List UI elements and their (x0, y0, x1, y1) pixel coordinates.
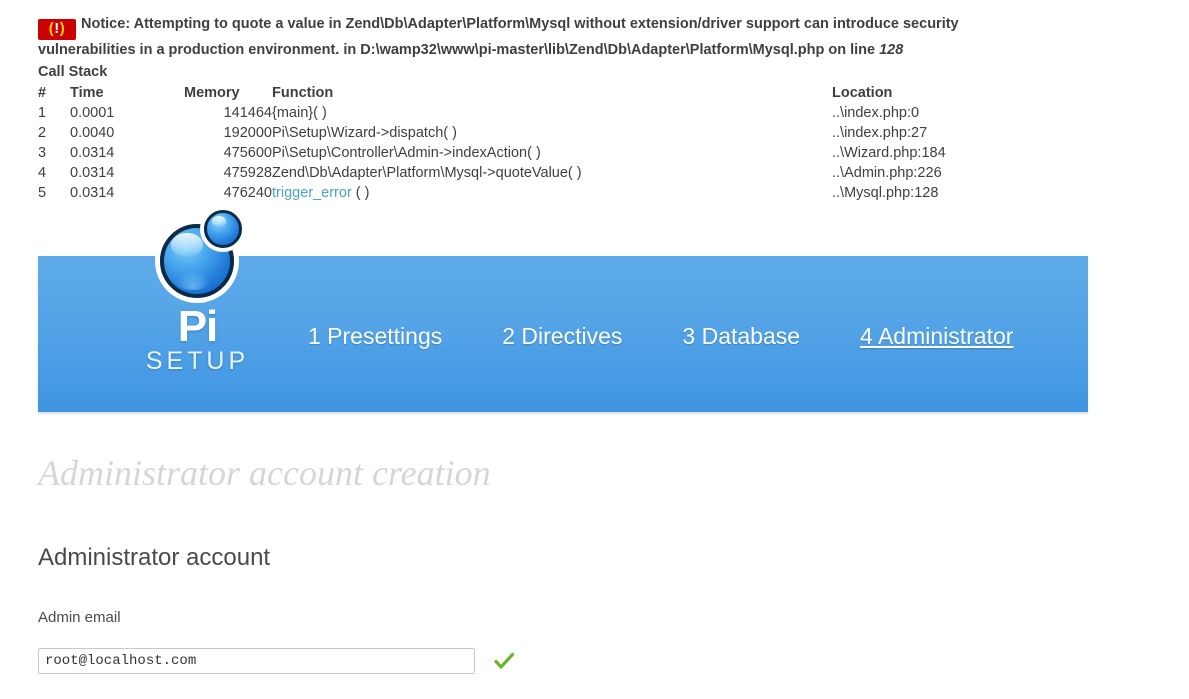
nav-item-2-directives[interactable]: 2 Directives (502, 323, 622, 350)
table-row: 4 0.0314 475928 Zend\Db\Adapter\Platform\My… (38, 163, 1032, 183)
section-heading: Administrator account (38, 544, 271, 571)
cell-location: ..\Admin.php:226 (832, 165, 942, 181)
cell-function: trigger_error ( ) (272, 183, 832, 203)
cell-function: Pi\Setup\Controller\Admin->indexAction( … (272, 145, 541, 161)
cell-location: ..\Wizard.php:184 (832, 145, 946, 161)
main-nav: 1 Presettings 2 Directives 3 Database 4 Adm… (308, 316, 1013, 356)
nav-item-3-database[interactable]: 3 Database (682, 323, 800, 350)
page-title: Administrator account creation (38, 453, 491, 493)
cell-num: 5 (38, 185, 47, 201)
cell-memory: 141464 (223, 105, 272, 121)
brand-name: Pi (177, 302, 219, 351)
cell-function: Zend\Db\Adapter\Platform\Mysql->quoteVal… (272, 165, 582, 181)
brand-subtitle: SETUP (145, 347, 250, 375)
cell-memory: 192000 (223, 125, 272, 141)
cell-time: 0.0314 (70, 185, 115, 201)
pi-spheres-logo-icon (148, 210, 248, 302)
xdebug-error-icon: (!) (38, 19, 76, 40)
cell-time: 0.0040 (70, 125, 115, 141)
call-stack-title: Call Stack (38, 64, 108, 80)
logo-sphere-small-icon (203, 210, 242, 248)
function-link[interactable]: trigger_error (272, 185, 352, 201)
col-header-memory: Memory (184, 85, 240, 101)
cell-num: 2 (38, 125, 47, 141)
nav-item-4-administrator[interactable]: 4 Administrator (860, 323, 1013, 350)
table-row: 5 0.0314 476240 trigger_error ( ) ..\Mysql.p… (38, 183, 1032, 203)
green-check-icon (493, 650, 515, 672)
cell-function: {main}( ) (272, 105, 327, 121)
call-stack-body: 1 0.0001 141464 {main}( ) ..\index.php:0 2 0.0… (38, 103, 1032, 203)
cell-location: ..\Mysql.php:128 (832, 185, 939, 201)
admin-email-field-row (38, 648, 515, 674)
cell-memory: 476240 (223, 185, 272, 201)
notice-line-1: (!) Notice: Attempting to quote a value i… (38, 14, 1083, 40)
cell-time: 0.0001 (70, 105, 115, 121)
admin-email-input[interactable] (38, 648, 475, 674)
site-header-bar: Pi SETUP 1 Presettings 2 Directives 3 Data… (38, 210, 1088, 412)
xdebug-notice-block: (!) Notice: Attempting to quote a value i… (38, 14, 1083, 61)
notice-line-number: 128 (879, 42, 904, 58)
call-stack-table: # Time Memory Function Location 1 0.0001 1… (38, 83, 1032, 203)
notice-line-2: vulnerabilities in a production environm… (38, 40, 1083, 61)
table-row: 1 0.0001 141464 {main}( ) ..\index.php:0 (38, 103, 1032, 123)
notice-text-line-2: vulnerabilities in a production environm… (38, 42, 880, 58)
table-row: 2 0.0040 192000 Pi\Setup\Wizard->dispatch( … (38, 123, 1032, 143)
cell-location: ..\index.php:27 (832, 125, 928, 141)
col-header-time: Time (70, 85, 104, 101)
cell-num: 1 (38, 105, 47, 121)
function-tail: ( ) (351, 185, 370, 201)
table-header-row: # Time Memory Function Location (38, 83, 1032, 103)
cell-memory: 475928 (223, 165, 272, 181)
cell-function: Pi\Setup\Wizard->dispatch( ) (272, 125, 457, 141)
col-header-function: Function (272, 85, 334, 101)
col-header-num: # (38, 85, 47, 101)
cell-num: 4 (38, 165, 47, 181)
notice-text-line-1: Notice: Attempting to quote a value in Z… (81, 16, 959, 32)
cell-memory: 475600 (223, 145, 272, 161)
col-header-location: Location (832, 85, 893, 101)
cell-time: 0.0314 (70, 165, 115, 181)
nav-item-1-presettings[interactable]: 1 Presettings (308, 323, 442, 350)
cell-location: ..\index.php:0 (832, 105, 920, 121)
cell-num: 3 (38, 145, 47, 161)
cell-time: 0.0314 (70, 145, 115, 161)
table-row: 3 0.0314 475600 Pi\Setup\Controller\Admin->… (38, 143, 1032, 163)
brand-logo[interactable]: Pi SETUP (110, 210, 285, 380)
call-stack-section: Call Stack # Time Memory Function Locati… (38, 63, 1038, 203)
admin-email-label: Admin email (38, 609, 121, 626)
